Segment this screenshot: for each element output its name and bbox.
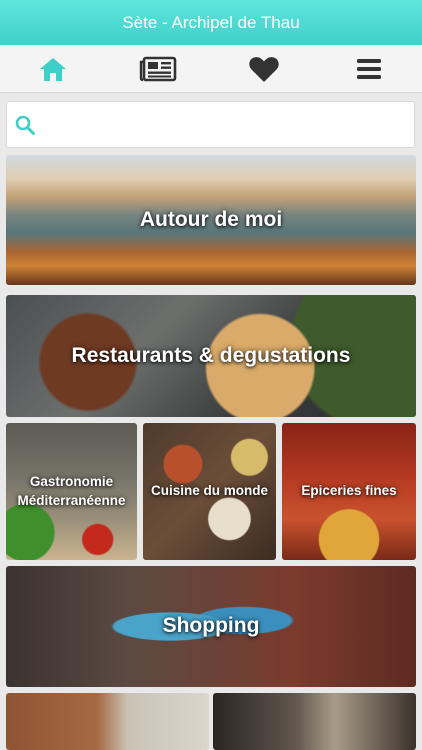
category-tile-partial-left[interactable] xyxy=(6,693,209,750)
category-label xyxy=(213,693,416,750)
category-tile-restaurants[interactable]: Restaurants & degustations xyxy=(6,295,416,417)
category-label: Gastronomie Méditerranéenne xyxy=(17,474,126,508)
menu-icon xyxy=(357,58,382,79)
category-label: Shopping xyxy=(162,614,260,638)
search-icon xyxy=(7,114,43,136)
category-tile-autour-de-moi[interactable]: Autour de moi xyxy=(6,155,416,285)
category-label: Cuisine du monde xyxy=(150,483,268,499)
heart-icon xyxy=(249,56,279,82)
category-label: Restaurants & degustations xyxy=(71,343,351,367)
search-input[interactable] xyxy=(43,102,414,147)
category-tile-shopping[interactable]: Shopping xyxy=(6,566,416,687)
category-label: Autour de moi xyxy=(139,207,283,231)
category-tile-cuisine-du-monde[interactable]: Cuisine du monde xyxy=(143,423,276,560)
top-nav-bar xyxy=(0,45,422,93)
category-tile-epiceries-fines[interactable]: Epiceries fines xyxy=(282,423,416,560)
category-label: Epiceries fines xyxy=(301,483,397,499)
nav-menu-button[interactable] xyxy=(339,49,399,89)
app-screen: Sète - Archipel de Thau Autour de moi Re… xyxy=(0,0,422,750)
home-icon xyxy=(39,57,66,81)
newspaper-icon xyxy=(140,56,177,81)
category-tile-partial-right[interactable] xyxy=(213,693,416,750)
app-title: Sète - Archipel de Thau xyxy=(0,0,422,45)
nav-home-button[interactable] xyxy=(23,49,83,89)
category-tile-gastronomie[interactable]: Gastronomie Méditerranéenne xyxy=(6,423,137,560)
category-label xyxy=(6,693,209,750)
nav-favorites-button[interactable] xyxy=(234,49,294,89)
search-bar[interactable] xyxy=(6,101,415,148)
nav-news-button[interactable] xyxy=(128,49,188,89)
